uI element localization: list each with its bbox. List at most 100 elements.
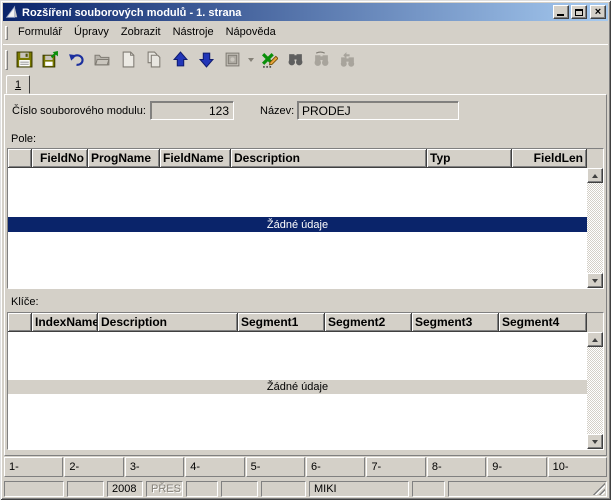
keys-col-segment3[interactable]: Segment3 [412, 313, 499, 332]
status-panel-2 [67, 481, 104, 497]
close-button[interactable]: × [590, 5, 606, 19]
function-key-bar: 1- 2- 3- 4- 5- 6- 7- 8- 9- 10- [3, 457, 608, 477]
fields-col-fieldno[interactable]: FieldNo [32, 149, 88, 168]
undo-icon [68, 51, 85, 68]
status-panel-9 [412, 481, 445, 497]
keys-grid-scrollbar[interactable] [587, 332, 603, 449]
keys-empty-row[interactable]: Žádné údaje [8, 380, 587, 394]
toolbar [3, 44, 608, 74]
fkey-5-button[interactable]: 5- [246, 457, 305, 477]
scroll-down-button[interactable] [587, 434, 603, 449]
keys-col-description[interactable]: Description [98, 313, 238, 332]
fields-col-fieldname[interactable]: FieldName [160, 149, 231, 168]
move-up-icon [172, 51, 189, 68]
fkey-3-button[interactable]: 3- [125, 457, 184, 477]
status-panel-6 [221, 481, 258, 497]
chevron-down-icon [248, 58, 254, 62]
find-next-icon [313, 51, 330, 68]
menu-nastroje[interactable]: Nástroje [167, 24, 220, 41]
keys-col-segment4[interactable]: Segment4 [499, 313, 587, 332]
fkey-7-button[interactable]: 7- [366, 457, 425, 477]
save-button[interactable] [12, 48, 36, 72]
scroll-down-button[interactable] [587, 273, 603, 288]
new-button[interactable] [116, 48, 140, 72]
fkey-1-button[interactable]: 1- [4, 457, 63, 477]
menu-grip[interactable] [5, 26, 8, 40]
fkey-6-button[interactable]: 6- [306, 457, 365, 477]
status-panel-pres: PŘES [146, 481, 183, 497]
edit-icon [261, 51, 278, 68]
fields-col-selector[interactable] [8, 149, 32, 168]
menu-formular[interactable]: Formulář [12, 24, 68, 41]
move-down-button[interactable] [194, 48, 218, 72]
move-up-button[interactable] [168, 48, 192, 72]
menu-bar: Formulář Úpravy Zobrazit Nástroje Nápově… [3, 22, 608, 43]
edit-button[interactable] [257, 48, 281, 72]
new-document-icon [120, 51, 137, 68]
module-number-label: Číslo souborového modulu: [12, 105, 146, 117]
undo-button[interactable] [64, 48, 88, 72]
maximize-icon [575, 9, 583, 16]
close-icon: × [595, 7, 601, 17]
preview-icon [224, 51, 241, 68]
copy-button[interactable] [142, 48, 166, 72]
scroll-up-button[interactable] [587, 332, 603, 347]
window-title: Rozšíření souborových modulů - 1. strana [22, 6, 551, 19]
keys-section-label: Klíče: [11, 296, 39, 308]
fields-grid: FieldNo ProgName FieldName Description T… [7, 148, 604, 289]
fields-grid-scrollbar[interactable] [587, 168, 603, 288]
arrow-down-icon [592, 440, 598, 444]
open-button[interactable] [90, 48, 114, 72]
menu-napoveda[interactable]: Nápověda [220, 24, 282, 41]
preview-dropdown-button[interactable] [246, 48, 255, 72]
arrow-up-icon [592, 338, 598, 342]
form-page-panel: Číslo souborového modulu: 123 Název: PRO… [4, 94, 607, 456]
find-prev-button[interactable] [335, 48, 359, 72]
fields-col-description[interactable]: Description [231, 149, 427, 168]
tab-page-1[interactable]: 1 [6, 75, 30, 94]
module-number-field[interactable]: 123 [150, 101, 234, 120]
scroll-up-button[interactable] [587, 168, 603, 183]
fkey-2-button[interactable]: 2- [64, 457, 123, 477]
keys-col-segment2[interactable]: Segment2 [325, 313, 412, 332]
status-panel-10 [448, 481, 607, 497]
menu-zobrazit[interactable]: Zobrazit [115, 24, 167, 41]
application-window: Rozšíření souborových modulů - 1. strana… [0, 0, 611, 500]
name-field[interactable]: PRODEJ [297, 101, 459, 120]
status-bar: 2008 PŘES MIKI [3, 480, 608, 497]
fkey-8-button[interactable]: 8- [427, 457, 486, 477]
status-panel-5 [186, 481, 218, 497]
keys-col-selector[interactable] [8, 313, 32, 332]
fkey-4-button[interactable]: 4- [185, 457, 244, 477]
minimize-button[interactable] [553, 5, 569, 19]
copy-icon [146, 51, 163, 68]
fields-col-progname[interactable]: ProgName [88, 149, 160, 168]
maximize-button[interactable] [571, 5, 587, 19]
fields-grid-header: FieldNo ProgName FieldName Description T… [8, 149, 603, 168]
status-panel-7 [261, 481, 306, 497]
arrow-up-icon [592, 174, 598, 178]
minimize-icon [557, 14, 564, 16]
preview-button[interactable] [220, 48, 244, 72]
find-binoculars-icon [287, 51, 304, 68]
save-icon [16, 51, 33, 68]
title-bar: Rozšíření souborových modulů - 1. strana… [3, 3, 608, 21]
status-panel-1 [4, 481, 64, 497]
fields-col-fieldlen[interactable]: FieldLen [512, 149, 587, 168]
fkey-9-button[interactable]: 9- [487, 457, 546, 477]
keys-grid-header: IndexName Description Segment1 Segment2 … [8, 313, 603, 332]
menu-upravy[interactable]: Úpravy [68, 24, 115, 41]
move-down-icon [198, 51, 215, 68]
save-export-button[interactable] [38, 48, 62, 72]
find-button[interactable] [283, 48, 307, 72]
resize-grip[interactable] [593, 483, 605, 495]
toolbar-grip[interactable] [5, 50, 8, 70]
fields-section-label: Pole: [11, 133, 36, 145]
fkey-10-button[interactable]: 10- [548, 457, 607, 477]
fields-col-typ[interactable]: Typ [427, 149, 512, 168]
save-export-icon [42, 51, 59, 68]
fields-empty-row[interactable]: Žádné údaje [8, 217, 587, 232]
keys-col-indexname[interactable]: IndexName [32, 313, 98, 332]
keys-col-segment1[interactable]: Segment1 [238, 313, 325, 332]
find-next-button[interactable] [309, 48, 333, 72]
